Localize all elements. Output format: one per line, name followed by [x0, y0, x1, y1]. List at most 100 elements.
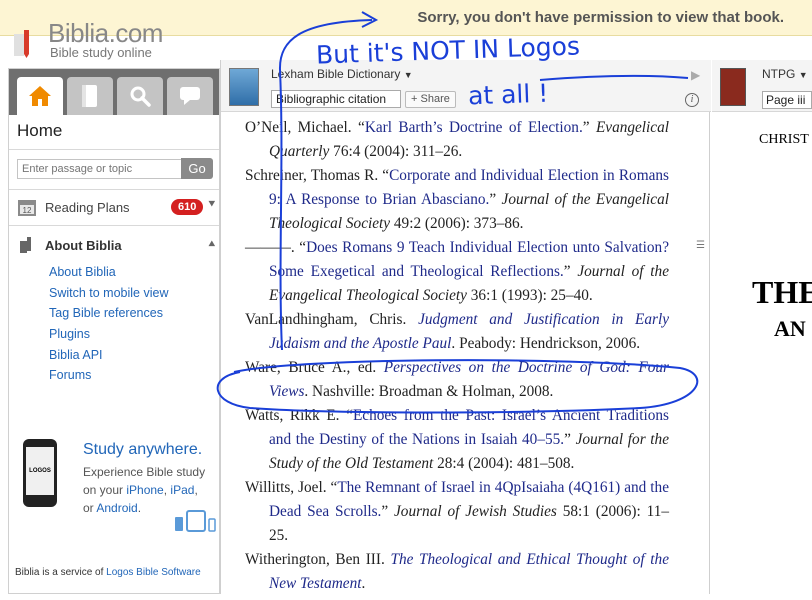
- bibliography-entry: Willitts, Joel. “The Remnant of Israel i…: [245, 476, 669, 548]
- tab-discussions[interactable]: [167, 77, 213, 115]
- citation-text: 36:1 (1993): 25–40.: [466, 287, 593, 304]
- citation-text: ”: [563, 263, 578, 280]
- citation-text: ”: [564, 431, 576, 448]
- bibliography-entry: O’Neil, Michael. “Karl Barth’s Doctrine …: [245, 116, 669, 164]
- svg-text:12: 12: [23, 206, 32, 215]
- study-line-3: or Android.: [83, 501, 141, 515]
- bibliography-entry: Ware, Bruce A., ed. Perspectives on the …: [245, 356, 669, 404]
- annotation-text-line-2: at all !: [467, 78, 549, 111]
- page-select[interactable]: Page iii: [762, 91, 812, 109]
- book-icon: [82, 85, 97, 107]
- divider: [9, 189, 219, 190]
- study-line-1: Experience Bible study: [83, 465, 206, 479]
- go-button[interactable]: Go: [181, 158, 213, 179]
- citation-text: . Peabody: Hendrickson, 2006.: [451, 335, 641, 352]
- study-anywhere-title[interactable]: Study anywhere.: [83, 441, 202, 459]
- share-button[interactable]: + Share: [405, 91, 456, 108]
- secondary-resource-title-dropdown[interactable]: NTPG ▼: [762, 67, 808, 81]
- share-plus-icon: +: [411, 93, 418, 105]
- study-anywhere-promo: LOGOS Study anywhere. Experience Bible s…: [23, 437, 216, 557]
- bibliography-entry: ———. “Does Romans 9 Teach Individual Ele…: [245, 236, 669, 308]
- link-tag-bible-references[interactable]: Tag Bible references: [49, 303, 169, 324]
- about-biblia-section-header[interactable]: About Biblia ⯅: [17, 235, 217, 257]
- about-biblia-heading: About Biblia: [45, 238, 122, 253]
- search-icon: [130, 86, 151, 107]
- citation-text: Willitts, Joel. “: [245, 479, 338, 496]
- comma: ,: [194, 483, 198, 497]
- study-line-3-prefix: or: [83, 501, 97, 515]
- bibliography-entry: Witherington, Ben III. The Theological a…: [245, 548, 669, 596]
- reading-plans-row[interactable]: 12 Reading Plans 610 ⯆: [17, 197, 217, 219]
- secondary-page-heading-medium: AN: [774, 316, 806, 341]
- link-biblia-api[interactable]: Biblia API: [49, 345, 169, 366]
- study-line-2: on your iPhone, iPad,: [83, 483, 198, 497]
- citation-text: ”: [582, 119, 596, 136]
- footer-prefix: Biblia is a service of: [15, 567, 107, 578]
- resource-title-dropdown[interactable]: Lexham Bible Dictionary ▼: [271, 67, 413, 81]
- citation-text: ”: [381, 503, 395, 520]
- bibliography-entry: VanLandhingham, Chris. Judgment and Just…: [245, 308, 669, 356]
- caret-down-icon: ▼: [798, 70, 808, 80]
- link-about-biblia[interactable]: About Biblia: [49, 262, 169, 283]
- citation-text: ”: [489, 191, 502, 208]
- period: .: [137, 501, 142, 515]
- citation-text: Schreiner, Thomas R. “: [245, 167, 390, 184]
- reading-plans-count-badge: 610: [171, 199, 204, 215]
- secondary-page-heading-large: THE: [752, 274, 812, 310]
- panel-splitter-handle[interactable]: ☰: [696, 240, 705, 251]
- citation-text: VanLandhingham, Chris.: [245, 311, 419, 328]
- passage-search-input[interactable]: [17, 159, 183, 179]
- divider: [9, 149, 219, 150]
- bibliography-entries: O’Neil, Michael. “Karl Barth’s Doctrine …: [245, 116, 669, 596]
- permission-warning-text: Sorry, you don't have permission to view…: [417, 9, 784, 26]
- citation-text: 76:4 (2004): 311–26.: [329, 143, 463, 160]
- link-logos-bible-software[interactable]: Logos Bible Software: [106, 567, 201, 578]
- dictionary-reader-panel: Lexham Bible Dictionary ▼ Bibliographic …: [220, 60, 711, 596]
- study-line-2-prefix: on your: [83, 483, 127, 497]
- info-icon[interactable]: i: [685, 93, 699, 107]
- resource-title-text: Lexham Bible Dictionary: [271, 67, 401, 81]
- calendar-icon: 12: [18, 200, 36, 216]
- share-label: Share: [420, 93, 450, 105]
- chevron-double-down-icon[interactable]: ⯆: [207, 197, 217, 212]
- biblia-mark-icon: [20, 237, 31, 253]
- next-arrow-icon[interactable]: ▶: [691, 68, 700, 82]
- secondary-reader-header: NTPG ▼ Page iii: [712, 60, 812, 112]
- divider: [9, 225, 219, 226]
- link-plugins[interactable]: Plugins: [49, 324, 169, 345]
- link-mobile-view[interactable]: Switch to mobile view: [49, 283, 169, 304]
- section-select[interactable]: Bibliographic citation: [271, 90, 401, 108]
- phone-logo-text: LOGOS: [26, 447, 54, 495]
- page-title: Home: [17, 121, 63, 140]
- secondary-page-heading-small: CHRIST: [759, 132, 809, 147]
- book-cover-thumbnail[interactable]: [229, 68, 259, 106]
- citation-text: Watts, Rikk E. “: [245, 407, 353, 424]
- sidebar-nav-bar: [9, 69, 219, 115]
- citation-text: Journal of Jewish Studies: [394, 503, 557, 520]
- sidebar-footer: Biblia is a service of Logos Bible Softw…: [15, 567, 201, 578]
- reading-plans-label: Reading Plans: [45, 200, 130, 215]
- citation-text: O’Neil, Michael. “: [245, 119, 365, 136]
- about-links-list: About Biblia Switch to mobile view Tag B…: [49, 262, 169, 386]
- chat-bubble-icon: [180, 87, 200, 105]
- citation-text: .: [361, 575, 366, 592]
- reader-header: Lexham Bible Dictionary ▼ Bibliographic …: [221, 60, 711, 112]
- citation-link[interactable]: Karl Barth’s Doctrine of Election.: [365, 119, 583, 136]
- secondary-reader-panel: NTPG ▼ Page iii CHRIST THE AN: [712, 60, 812, 600]
- link-ipad[interactable]: iPad: [170, 483, 194, 497]
- tab-home[interactable]: [17, 77, 63, 115]
- link-forums[interactable]: Forums: [49, 365, 169, 386]
- tab-library[interactable]: [67, 77, 113, 115]
- tab-search[interactable]: [117, 77, 163, 115]
- secondary-book-cover-thumbnail[interactable]: [720, 68, 746, 106]
- citation-text: ———. “: [245, 239, 307, 256]
- caret-down-icon: ▼: [403, 70, 413, 80]
- citation-text: Ware, Bruce A., ed.: [245, 359, 384, 376]
- site-tagline: Bible study online: [50, 45, 152, 60]
- link-android[interactable]: Android: [96, 501, 137, 515]
- link-iphone[interactable]: iPhone: [126, 483, 163, 497]
- citation-text: 28:4 (2004): 481–508.: [433, 455, 575, 472]
- chevron-double-up-icon[interactable]: ⯅: [207, 237, 217, 252]
- phone-image: LOGOS: [23, 439, 57, 507]
- citation-text: 49:2 (2006): 373–86.: [390, 215, 524, 232]
